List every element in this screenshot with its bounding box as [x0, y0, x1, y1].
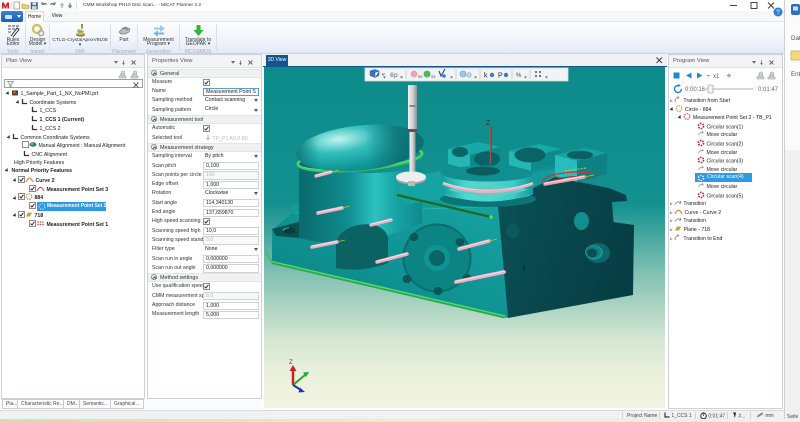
- svg-text:ss: ss: [431, 74, 436, 79]
- svg-text:Entf: Entf: [791, 71, 800, 78]
- svg-text:k: k: [484, 73, 488, 80]
- svg-text:0:01:47: 0:01:47: [758, 87, 779, 93]
- svg-text:x1: x1: [713, 74, 720, 80]
- svg-text:ss: ss: [418, 74, 423, 79]
- svg-text:6p: 6p: [390, 72, 398, 79]
- svg-text:Z: Z: [486, 120, 491, 127]
- svg-text:0:00:16: 0:00:16: [685, 87, 706, 93]
- svg-text:Z: Z: [289, 360, 293, 366]
- svg-text:%: %: [516, 73, 522, 79]
- svg-text:Date: Date: [791, 35, 800, 42]
- svg-text:P: P: [498, 73, 503, 80]
- svg-text:?: ?: [776, 10, 780, 17]
